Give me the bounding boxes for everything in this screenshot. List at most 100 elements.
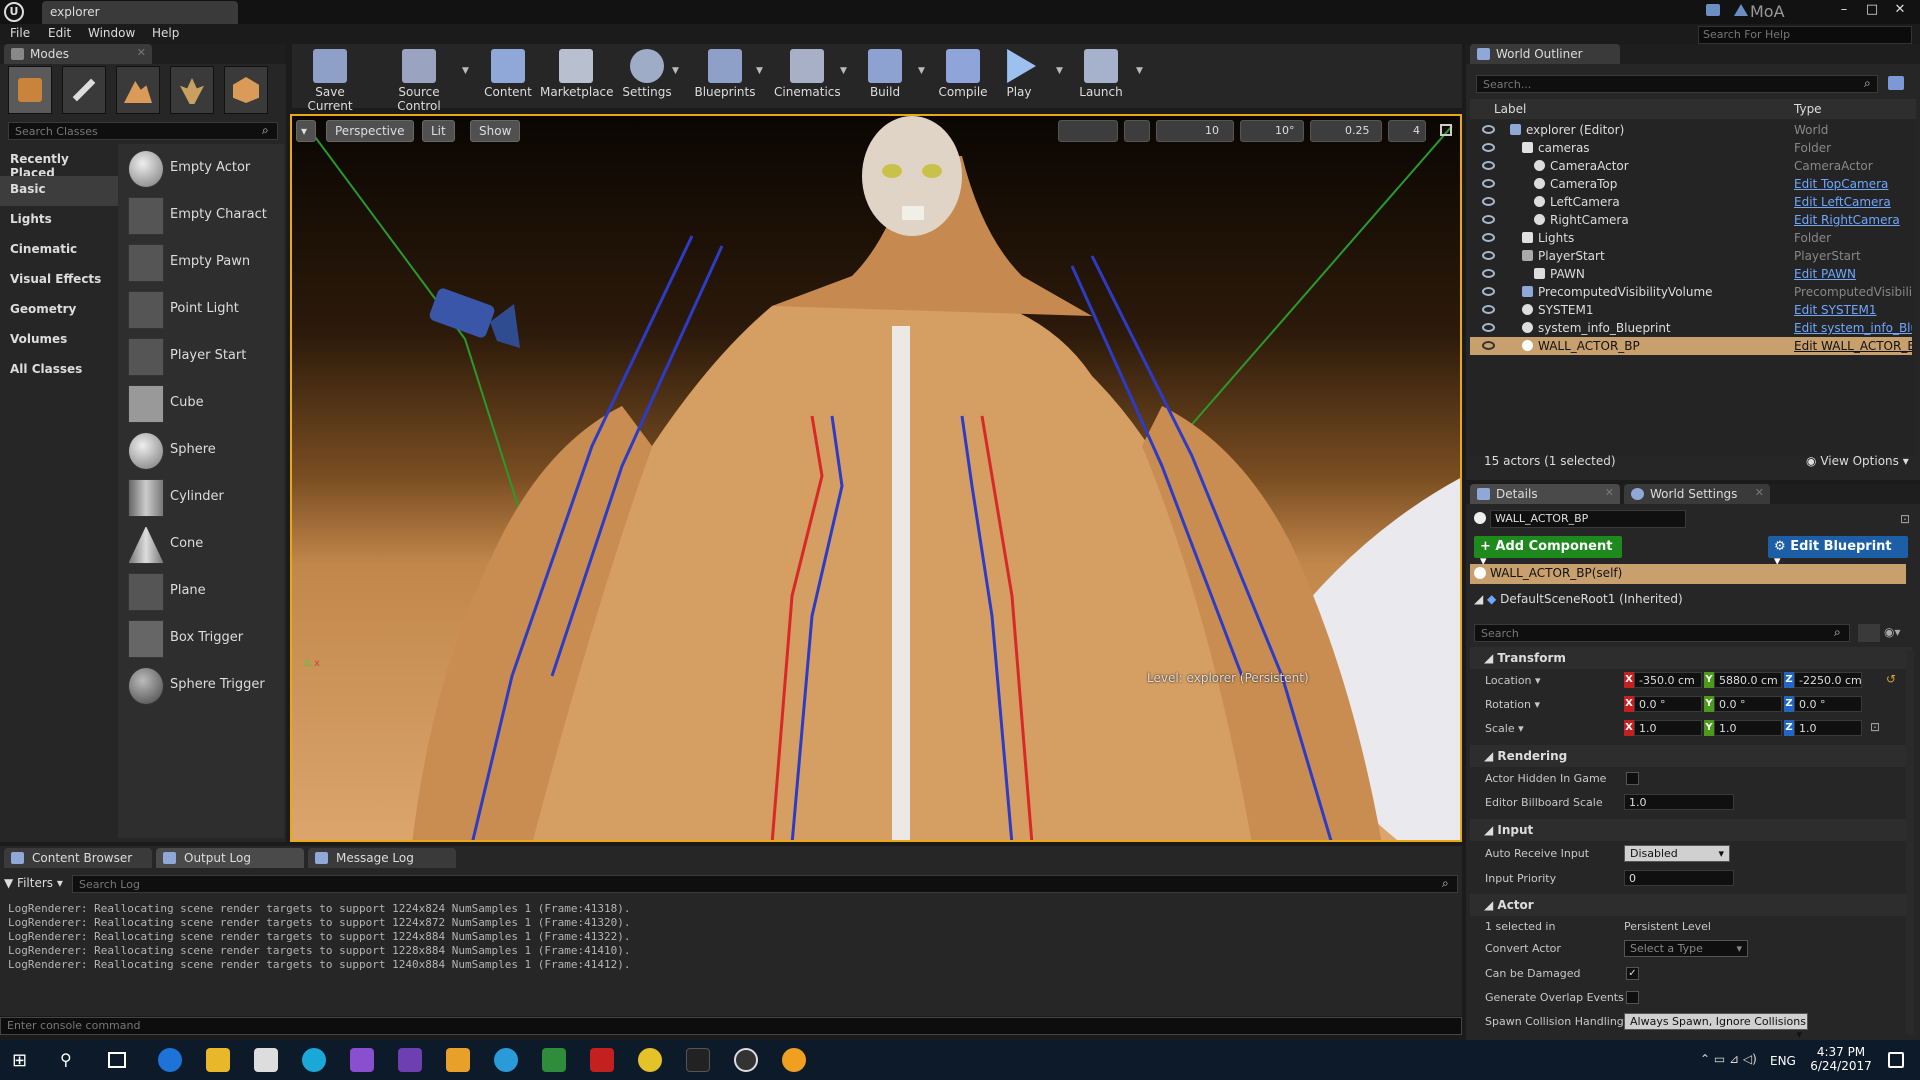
row-type-link[interactable]: Edit SYSTEM1 bbox=[1794, 303, 1912, 317]
place-item-cone[interactable]: Cone? bbox=[124, 522, 390, 568]
category-cinematic[interactable]: Cinematic bbox=[0, 236, 118, 266]
category-all-classes[interactable]: All Classes bbox=[0, 356, 118, 386]
system-tray-icons[interactable]: ⌃ ▭ ⊿ ◁) bbox=[1700, 1052, 1757, 1066]
edit-blueprint-button[interactable]: ⚙ Edit Blueprint ▾ bbox=[1768, 536, 1908, 569]
marketplace-button[interactable]: Marketplace bbox=[540, 46, 614, 106]
file-explorer-icon[interactable] bbox=[206, 1048, 230, 1072]
close-icon[interactable]: ✕ bbox=[1605, 486, 1614, 499]
clock[interactable]: 4:37 PM 6/24/2017 bbox=[1808, 1045, 1874, 1073]
can-be-damaged-checkbox[interactable]: ✓ bbox=[1626, 967, 1639, 980]
place-item-box-trigger[interactable]: Box Trigger? bbox=[124, 616, 390, 662]
tab-world-outliner[interactable]: World Outliner bbox=[1470, 44, 1620, 64]
eye-icon[interactable] bbox=[1482, 287, 1495, 296]
eye-icon[interactable] bbox=[1482, 125, 1495, 134]
rotation-snap-button[interactable]: 10° bbox=[1240, 120, 1304, 142]
compile-button[interactable]: Compile bbox=[938, 46, 988, 106]
eye-icon[interactable] bbox=[1482, 323, 1495, 332]
tab-content-browser[interactable]: Content Browser bbox=[4, 848, 152, 868]
console-command-input[interactable]: Enter console command bbox=[0, 1017, 1462, 1035]
lock-icon[interactable]: ⊡ bbox=[1900, 512, 1910, 526]
chevron-down-icon[interactable]: ▼ bbox=[1056, 66, 1063, 76]
outliner-row[interactable]: CameraActor CameraActor bbox=[1470, 157, 1912, 175]
visual-studio-alt-icon[interactable] bbox=[398, 1048, 422, 1072]
lock-icon[interactable]: ⊡ bbox=[1870, 720, 1880, 734]
filezilla-icon[interactable] bbox=[590, 1048, 614, 1072]
transform-section-header[interactable]: ◢ Transform bbox=[1470, 647, 1912, 669]
place-item-empty-actor[interactable]: Empty Actor? bbox=[124, 146, 390, 192]
menu-file[interactable]: File bbox=[10, 26, 30, 40]
close-icon[interactable]: ✕ bbox=[1755, 486, 1764, 499]
convert-actor-dropdown[interactable]: Select a Type ▾ bbox=[1624, 940, 1748, 957]
outliner-row[interactable]: RightCamera Edit RightCamera bbox=[1470, 211, 1912, 229]
location-z-field[interactable]: -2250.0 cm bbox=[1794, 672, 1862, 688]
reset-icon[interactable]: ↺ bbox=[1886, 672, 1896, 686]
perspective-button[interactable]: Perspective bbox=[326, 120, 414, 142]
spreadsheet-icon[interactable] bbox=[542, 1048, 566, 1072]
chevron-down-icon[interactable]: ▼ bbox=[1136, 66, 1143, 76]
eye-icon[interactable] bbox=[1482, 269, 1495, 278]
tab-message-log[interactable]: Message Log bbox=[308, 848, 456, 868]
save-current-button[interactable]: Save Current bbox=[296, 46, 364, 113]
foliage-mode-button[interactable] bbox=[170, 66, 214, 114]
component-self-row[interactable]: WALL_ACTOR_BP(self) bbox=[1470, 564, 1906, 584]
eye-icon[interactable] bbox=[1482, 305, 1495, 314]
place-item-plane[interactable]: Plane? bbox=[124, 569, 390, 615]
component-root-row[interactable]: ◢ ◆ DefaultSceneRoot1 (Inherited) bbox=[1474, 592, 1683, 606]
rotation-z-field[interactable]: 0.0 ° bbox=[1794, 696, 1862, 712]
outliner-row[interactable]: cameras Folder bbox=[1470, 139, 1912, 157]
chevron-down-icon[interactable]: ▼ bbox=[840, 66, 847, 76]
app-icon[interactable] bbox=[302, 1048, 326, 1072]
geometry-mode-button[interactable] bbox=[224, 66, 268, 114]
settings-button[interactable]: Settings bbox=[620, 46, 674, 106]
eye-icon[interactable] bbox=[1482, 197, 1495, 206]
eye-icon[interactable] bbox=[1482, 215, 1495, 224]
rendering-section-header[interactable]: ◢ Rendering bbox=[1470, 745, 1912, 767]
eye-icon[interactable] bbox=[1482, 143, 1495, 152]
eye-icon[interactable] bbox=[1482, 179, 1495, 188]
place-item-player-start[interactable]: Player Start? bbox=[124, 334, 390, 380]
row-type-link[interactable]: Edit WALL_ACTOR_B bbox=[1794, 339, 1912, 353]
cinematics-button[interactable]: Cinematics bbox=[774, 46, 841, 106]
row-type-link[interactable]: Edit system_info_Blu bbox=[1794, 321, 1912, 335]
category-recently-placed[interactable]: Recently Placed bbox=[0, 146, 118, 180]
outliner-row[interactable]: Lights Folder bbox=[1470, 229, 1912, 247]
place-item-cylinder[interactable]: Cylinder? bbox=[124, 475, 390, 521]
input-priority-field[interactable]: 0 bbox=[1624, 870, 1734, 886]
camera-speed-button[interactable]: 4 bbox=[1388, 120, 1426, 142]
spawn-collision-dropdown[interactable]: Always Spawn, Ignore Collisions ▾ bbox=[1624, 1013, 1808, 1041]
scale-z-field[interactable]: 1.0 bbox=[1794, 720, 1862, 736]
search-classes-input[interactable]: Search Classes bbox=[8, 122, 278, 140]
lit-button[interactable]: Lit bbox=[422, 120, 455, 142]
eye-icon[interactable] bbox=[1482, 251, 1495, 260]
search-icon[interactable]: ⚲ bbox=[60, 1050, 72, 1069]
tab-details[interactable]: Details ✕ bbox=[1470, 484, 1620, 504]
close-icon[interactable]: ✕ bbox=[137, 46, 146, 59]
row-type-link[interactable]: Edit RightCamera bbox=[1794, 213, 1912, 227]
rotation-x-field[interactable]: 0.0 ° bbox=[1634, 696, 1702, 712]
tab-output-log[interactable]: Output Log bbox=[156, 848, 304, 868]
category-volumes[interactable]: Volumes bbox=[0, 326, 118, 356]
menu-help[interactable]: Help bbox=[152, 26, 179, 40]
outliner-search-input[interactable]: Search... bbox=[1476, 75, 1878, 93]
source-control-button[interactable]: Source Control bbox=[376, 46, 462, 113]
chevron-down-icon[interactable]: ▼ bbox=[918, 66, 925, 76]
scale-label[interactable]: Scale ▾ bbox=[1485, 722, 1524, 735]
tab-modes[interactable]: Modes ✕ bbox=[4, 44, 152, 64]
place-item-empty-character[interactable]: Empty Charact? bbox=[124, 193, 390, 239]
outliner-row[interactable]: PlayerStart PlayerStart bbox=[1470, 247, 1912, 265]
menu-window[interactable]: Window bbox=[88, 26, 135, 40]
location-y-field[interactable]: 5880.0 cm bbox=[1714, 672, 1782, 688]
paint-mode-button[interactable] bbox=[62, 66, 106, 114]
place-item-sphere-trigger[interactable]: Sphere Trigger? bbox=[124, 663, 390, 709]
place-mode-button[interactable] bbox=[8, 66, 52, 114]
play-button[interactable]: Play bbox=[996, 46, 1042, 106]
location-label[interactable]: Location ▾ bbox=[1485, 674, 1541, 687]
help-search-input[interactable]: Search For Help bbox=[1698, 26, 1912, 44]
visual-studio-icon[interactable] bbox=[350, 1048, 374, 1072]
location-x-field[interactable]: -350.0 cm bbox=[1634, 672, 1702, 688]
maximize-viewport-icon[interactable] bbox=[1440, 124, 1452, 136]
show-button[interactable]: Show bbox=[470, 120, 521, 142]
scale-y-field[interactable]: 1.0 bbox=[1714, 720, 1782, 736]
notification-icon[interactable] bbox=[1706, 4, 1720, 16]
launch-button[interactable]: Launch bbox=[1076, 46, 1126, 106]
